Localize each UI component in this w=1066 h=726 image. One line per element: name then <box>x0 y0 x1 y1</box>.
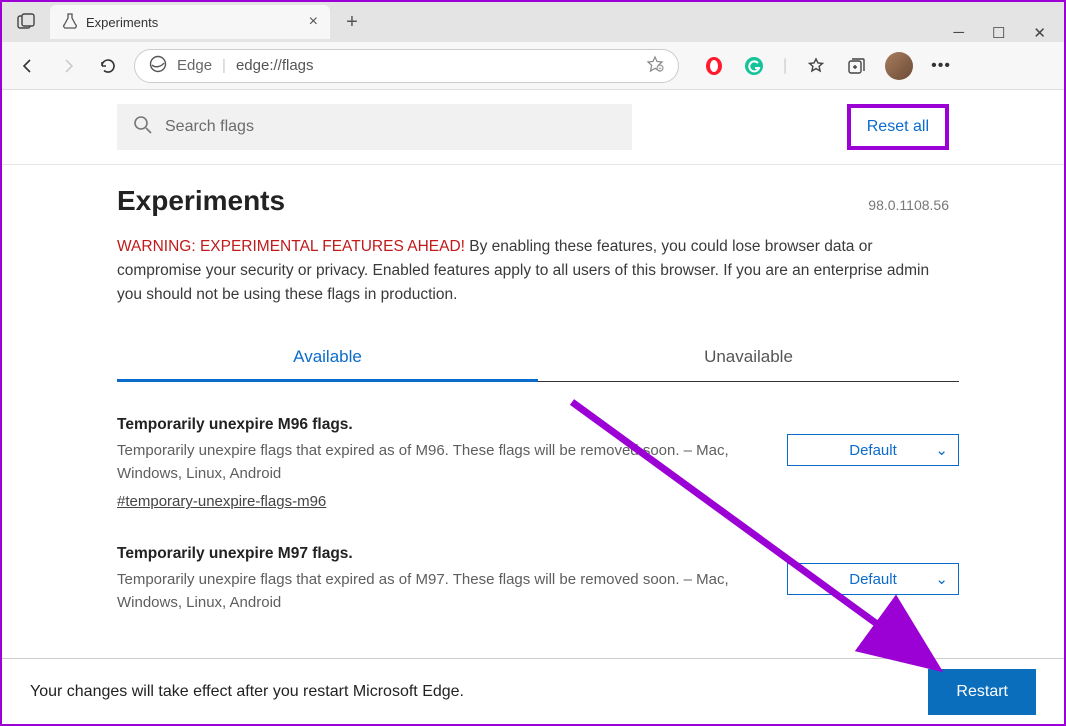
restart-button[interactable]: Restart <box>928 669 1036 715</box>
refresh-button[interactable] <box>94 52 122 80</box>
extension-grammarly-icon[interactable] <box>743 55 765 77</box>
browser-tab[interactable]: Experiments × <box>50 5 330 39</box>
collections-button[interactable] <box>845 55 867 77</box>
tabs-row: Available Unavailable <box>117 335 959 382</box>
search-icon <box>133 115 153 140</box>
address-prefix: Edge <box>177 57 212 74</box>
flag-description: Temporarily unexpire flags that expired … <box>117 569 767 614</box>
flag-description: Temporarily unexpire flags that expired … <box>117 440 767 485</box>
search-flags-input[interactable]: Search flags <box>117 104 632 150</box>
flag-title: Temporarily unexpire M97 flags. <box>117 545 767 563</box>
flag-item: Temporarily unexpire M96 flags. Temporar… <box>117 416 959 511</box>
restart-message: Your changes will take effect after you … <box>30 683 464 701</box>
page-content: Search flags Reset all Experiments 98.0.… <box>2 90 1064 658</box>
favorite-button[interactable]: + <box>646 55 664 77</box>
flag-title: Temporarily unexpire M96 flags. <box>117 416 767 434</box>
flag-select[interactable]: Default ⌄ <box>787 434 959 466</box>
page-title: Experiments <box>117 185 285 217</box>
new-tab-button[interactable]: + <box>336 11 368 34</box>
tab-title: Experiments <box>86 15 158 30</box>
browser-toolbar: Edge | edge://flags + | ••• <box>2 42 1064 90</box>
svg-text:+: + <box>659 66 662 72</box>
extension-opera-icon[interactable] <box>703 55 725 77</box>
flask-icon <box>62 13 78 32</box>
back-button[interactable] <box>14 52 42 80</box>
reset-all-highlight: Reset all <box>847 104 949 150</box>
tab-unavailable[interactable]: Unavailable <box>538 335 959 381</box>
flag-anchor-link[interactable]: #temporary-unexpire-flags-m96 <box>117 493 326 510</box>
favorites-button[interactable] <box>805 55 827 77</box>
reset-all-button[interactable]: Reset all <box>853 110 943 144</box>
chevron-down-icon: ⌄ <box>935 441 948 459</box>
forward-button[interactable] <box>54 52 82 80</box>
profile-avatar[interactable] <box>885 52 913 80</box>
edge-logo-icon <box>149 55 167 77</box>
flag-item: Temporarily unexpire M97 flags. Temporar… <box>117 545 959 614</box>
address-url: edge://flags <box>236 57 314 74</box>
search-placeholder: Search flags <box>165 118 254 136</box>
restart-bar: Your changes will take effect after you … <box>2 658 1064 724</box>
warning-text: WARNING: EXPERIMENTAL FEATURES AHEAD! By… <box>117 235 949 307</box>
maximize-button[interactable]: ☐ <box>992 24 1005 42</box>
titlebar: Experiments × + ─ ☐ ✕ <box>2 2 1064 42</box>
version-label: 98.0.1108.56 <box>868 197 949 213</box>
close-window-button[interactable]: ✕ <box>1033 24 1046 42</box>
tab-available[interactable]: Available <box>117 335 538 382</box>
minimize-button[interactable]: ─ <box>953 24 964 41</box>
address-bar[interactable]: Edge | edge://flags + <box>134 49 679 83</box>
tab-actions-button[interactable] <box>6 6 46 38</box>
menu-button[interactable]: ••• <box>931 57 951 75</box>
flag-select[interactable]: Default ⌄ <box>787 563 959 595</box>
close-tab-button[interactable]: × <box>309 13 318 31</box>
chevron-down-icon: ⌄ <box>935 570 948 588</box>
